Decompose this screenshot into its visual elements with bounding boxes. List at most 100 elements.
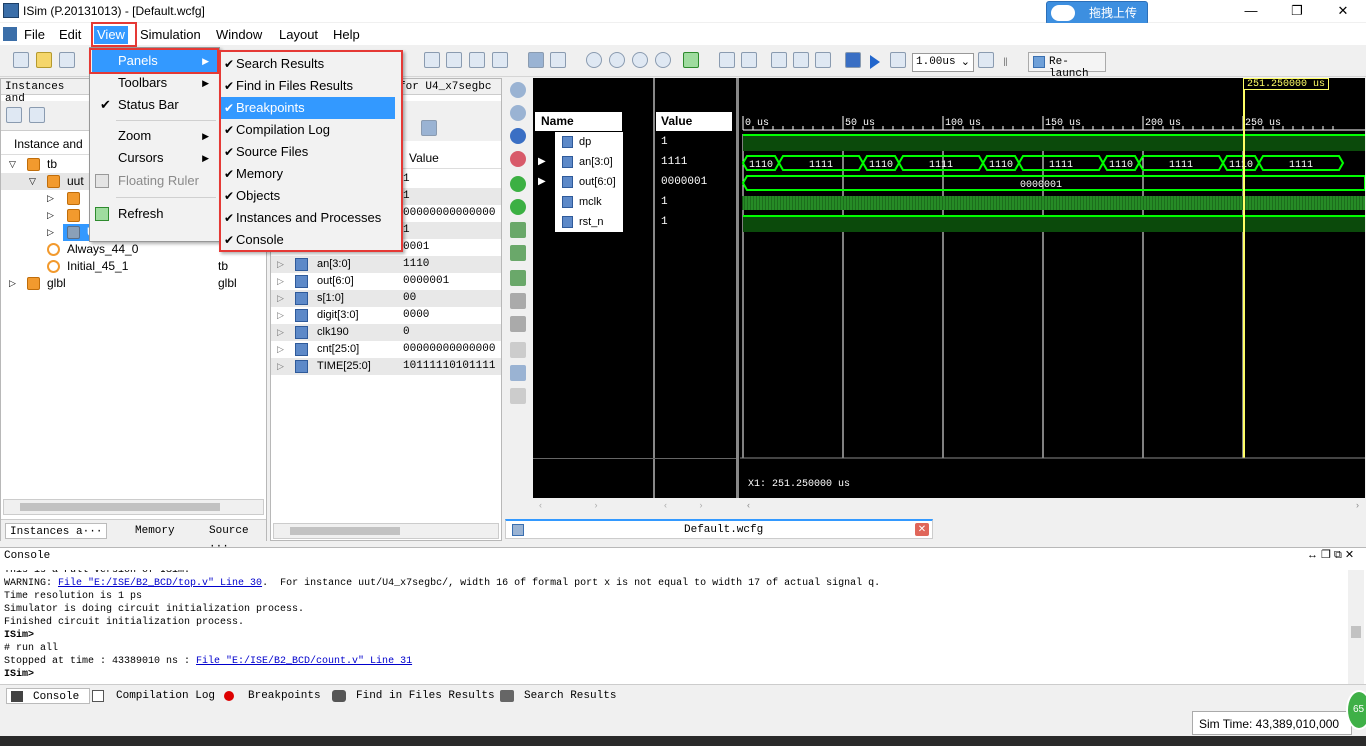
object-row[interactable]: ▷ out[6:0] 0000001: [271, 273, 501, 290]
panels-menu-item-search-results[interactable]: ✔ Search Results: [221, 53, 395, 75]
panels-menu-item-source-files[interactable]: ✔ Source Files: [221, 141, 395, 163]
menu-simulation[interactable]: Simulation: [140, 26, 201, 44]
upload-button[interactable]: 拖拽上传: [1046, 1, 1148, 25]
tab-find-in-files[interactable]: Find in Files Results: [330, 688, 495, 704]
panels-menu-item-compilation-log[interactable]: ✔ Compilation Log: [221, 119, 395, 141]
tree-row-glbl[interactable]: ▷ glbl glbl: [1, 275, 265, 292]
refresh-icon[interactable]: [683, 52, 699, 68]
save-icon[interactable]: [59, 52, 75, 68]
view-menu-floating-ruler[interactable]: Floating Ruler: [92, 170, 217, 192]
layout-icon[interactable]: [492, 52, 508, 68]
signal-name-row[interactable]: ▶ out[6:0]: [533, 172, 623, 192]
restore-icon[interactable]: ❐: [1274, 0, 1320, 22]
tile-horizontal-icon[interactable]: [446, 52, 462, 68]
add-marker-icon[interactable]: [771, 52, 787, 68]
tab-memory[interactable]: Memory: [113, 523, 175, 539]
previous-transition-icon[interactable]: [719, 52, 735, 68]
run-time-select[interactable]: 1.00us ⌄: [912, 53, 974, 72]
tab-console[interactable]: Console: [6, 688, 91, 704]
object-row[interactable]: ▷ digit[3:0] 0000: [271, 307, 501, 324]
panels-menu-item-find-in-files-results[interactable]: ✔ Find in Files Results: [221, 75, 395, 97]
expand-arrow-icon[interactable]: ▶: [538, 172, 546, 192]
signal-name-row[interactable]: ▶ an[3:0]: [533, 152, 623, 172]
column-divider[interactable]: [653, 78, 655, 498]
tab-compilation-log[interactable]: Compilation Log: [90, 688, 215, 704]
add-marker-icon[interactable]: [510, 270, 526, 286]
objects-h-scrollbar[interactable]: [273, 523, 499, 539]
value-col-scroll[interactable]: ‹ ›: [658, 498, 738, 514]
object-row[interactable]: ▷ an[3:0] 1110: [271, 256, 501, 273]
console-file-link[interactable]: File "E:/ISE/B2_BCD/count.v" Line 31: [196, 656, 412, 667]
prev-marker-icon[interactable]: [510, 293, 526, 309]
next-transition-icon[interactable]: [510, 245, 526, 261]
goto-cursor-icon[interactable]: [510, 151, 526, 167]
view-menu-status-bar[interactable]: ✔ Status Bar: [92, 94, 217, 116]
prev-transition-icon[interactable]: [510, 222, 526, 238]
object-row[interactable]: ▷ cnt[25:0] 00000000000000: [271, 341, 501, 358]
console-window-controls[interactable]: ↔ ❐ ⧉ ✕: [1307, 548, 1354, 562]
console-output[interactable]: This is a Full version of ISim. WARNING: …: [0, 570, 1348, 683]
minimize-icon[interactable]: —: [1228, 0, 1274, 22]
column-divider[interactable]: [736, 78, 739, 498]
run-for-time-icon[interactable]: [890, 52, 906, 68]
wcfg-tab[interactable]: Default.wcfg ✕: [505, 519, 933, 539]
console-v-scrollbar[interactable]: [1348, 570, 1364, 685]
go-start-icon[interactable]: [510, 176, 526, 192]
zoom-out-icon[interactable]: [609, 52, 625, 68]
snap-icon[interactable]: [510, 365, 526, 381]
wave-h-scrollbars[interactable]: ‹ › ‹ › ‹ ›: [533, 498, 1365, 519]
zoom-cursor-icon[interactable]: [655, 52, 671, 68]
console-file-link[interactable]: File "E:/ISE/B2_BCD/top.v" Line 30: [58, 578, 262, 589]
zoom-in-icon[interactable]: [586, 52, 602, 68]
scroll-right-icon[interactable]: ›: [1356, 500, 1359, 510]
tab-instances[interactable]: Instances a···: [5, 523, 108, 539]
tile-vertical-icon[interactable]: [469, 52, 485, 68]
menu-layout[interactable]: Layout: [279, 26, 318, 44]
close-icon[interactable]: ✕: [1320, 0, 1366, 22]
panels-menu-item-instances-and-processes[interactable]: ✔ Instances and Processes: [221, 207, 395, 229]
run-all-icon[interactable]: [870, 55, 880, 69]
expand-arrow-icon[interactable]: ▶: [538, 152, 546, 172]
filter-icon[interactable]: [421, 120, 437, 136]
signal-name-row[interactable]: mclk: [533, 192, 623, 212]
new-file-icon[interactable]: [13, 52, 29, 68]
scrollbar-thumb[interactable]: [290, 527, 400, 535]
tab-breakpoints[interactable]: Breakpoints: [222, 688, 321, 704]
pause-icon[interactable]: ‖: [1003, 55, 1008, 69]
zoom-full-icon[interactable]: [510, 128, 526, 144]
panels-menu-item-console[interactable]: ✔ Console: [221, 229, 395, 251]
waveform-canvas[interactable]: 0 us 50 us 100 us 150 us 200 us 250 us 1110 111…: [740, 78, 1366, 519]
floating-ruler-icon[interactable]: [510, 388, 526, 404]
wave-scroll[interactable]: ‹ ›: [743, 498, 1363, 514]
signal-name-row[interactable]: rst_n: [533, 212, 623, 232]
object-row[interactable]: ▷ s[1:0] 00: [271, 290, 501, 307]
relaunch-button[interactable]: Re-launch: [1028, 52, 1106, 80]
help-cursor-icon[interactable]: [550, 52, 566, 68]
menu-help[interactable]: Help: [333, 26, 360, 44]
tree-row-initial[interactable]: Initial_45_1 tb: [1, 258, 265, 275]
object-row[interactable]: ▷ TIME[25:0] 10111110101111: [271, 358, 501, 375]
panels-menu-item-memory[interactable]: ✔ Memory: [221, 163, 395, 185]
menu-edit[interactable]: Edit: [59, 26, 81, 44]
instances-h-scrollbar[interactable]: [3, 499, 264, 515]
zoom-in-icon[interactable]: [510, 82, 526, 98]
object-row[interactable]: ▷ clk190 0: [271, 324, 501, 341]
zoom-out-icon[interactable]: [510, 105, 526, 121]
next-marker-icon[interactable]: [510, 316, 526, 332]
swap-cursors-icon[interactable]: [510, 342, 526, 358]
close-tab-icon[interactable]: ✕: [915, 523, 929, 536]
restart-icon[interactable]: [845, 52, 861, 68]
view-menu-zoom[interactable]: Zoom ▶: [92, 125, 217, 147]
signal-name-row[interactable]: dp: [533, 132, 623, 152]
menu-window[interactable]: Window: [216, 26, 262, 44]
zoom-fit-icon[interactable]: [632, 52, 648, 68]
view-menu-toolbars[interactable]: Toolbars ▶: [92, 72, 217, 94]
previous-marker-icon[interactable]: [793, 52, 809, 68]
menu-file[interactable]: File: [24, 26, 45, 44]
name-col-scroll[interactable]: ‹ ›: [533, 498, 653, 514]
view-menu-refresh[interactable]: Refresh: [92, 203, 217, 225]
scrollbar-thumb[interactable]: [20, 503, 220, 511]
cascade-windows-icon[interactable]: [424, 52, 440, 68]
panels-menu-item-objects[interactable]: ✔ Objects: [221, 185, 395, 207]
next-transition-icon[interactable]: [741, 52, 757, 68]
